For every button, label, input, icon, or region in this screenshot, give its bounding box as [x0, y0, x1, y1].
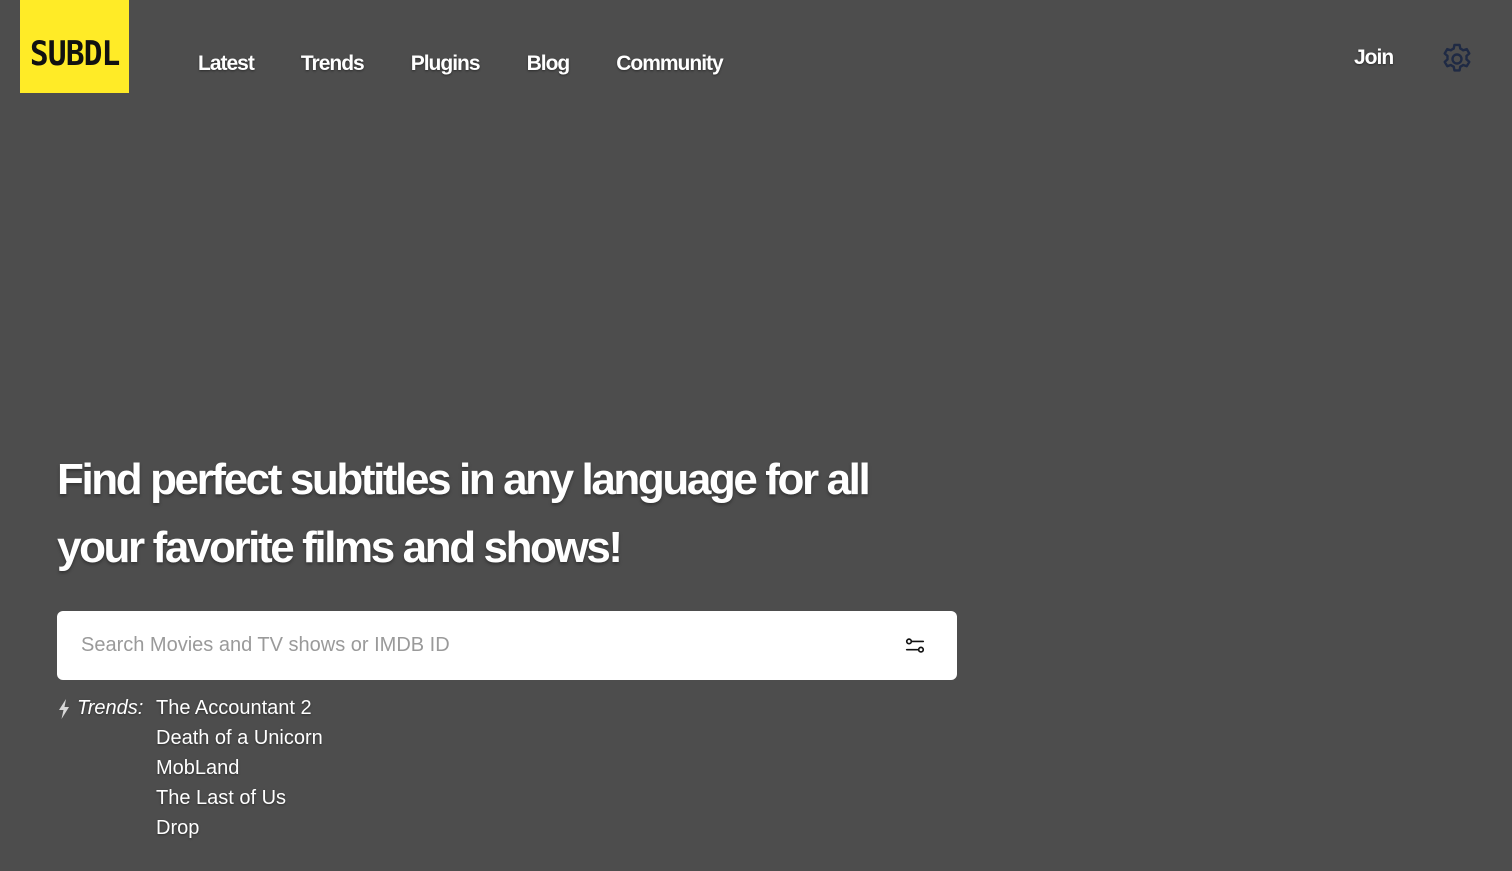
trends-label-text: Trends: — [77, 697, 144, 719]
nav-latest[interactable]: Latest — [198, 52, 255, 76]
trend-item[interactable]: MobLand — [156, 753, 323, 783]
trend-item[interactable]: The Accountant 2 — [156, 693, 323, 723]
nav-plugins[interactable]: Plugins — [411, 52, 481, 76]
join-button[interactable]: Join — [1354, 46, 1394, 70]
logo-text: SUBDL — [29, 33, 120, 74]
hero-headline: Find perfect subtitles in any language f… — [57, 455, 871, 572]
bolt-icon — [59, 698, 69, 719]
gear-icon[interactable] — [1439, 41, 1475, 77]
nav-trends[interactable]: Trends — [301, 52, 365, 76]
site-logo[interactable]: SUBDL — [20, 0, 129, 93]
search-bar — [57, 611, 957, 680]
nav-blog[interactable]: Blog — [527, 52, 571, 76]
trend-item[interactable]: Death of a Unicorn — [156, 723, 323, 753]
search-input[interactable] — [57, 611, 877, 680]
nav-community[interactable]: Community — [616, 52, 723, 76]
trends-list: The Accountant 2 Death of a Unicorn MobL… — [156, 693, 323, 843]
trend-item[interactable]: Drop — [156, 813, 323, 843]
trend-item[interactable]: The Last of Us — [156, 783, 323, 813]
main-nav: Latest Trends Plugins Blog Community — [198, 52, 770, 76]
trends-label: Trends: — [57, 697, 143, 720]
filter-sliders-icon[interactable] — [897, 628, 933, 664]
